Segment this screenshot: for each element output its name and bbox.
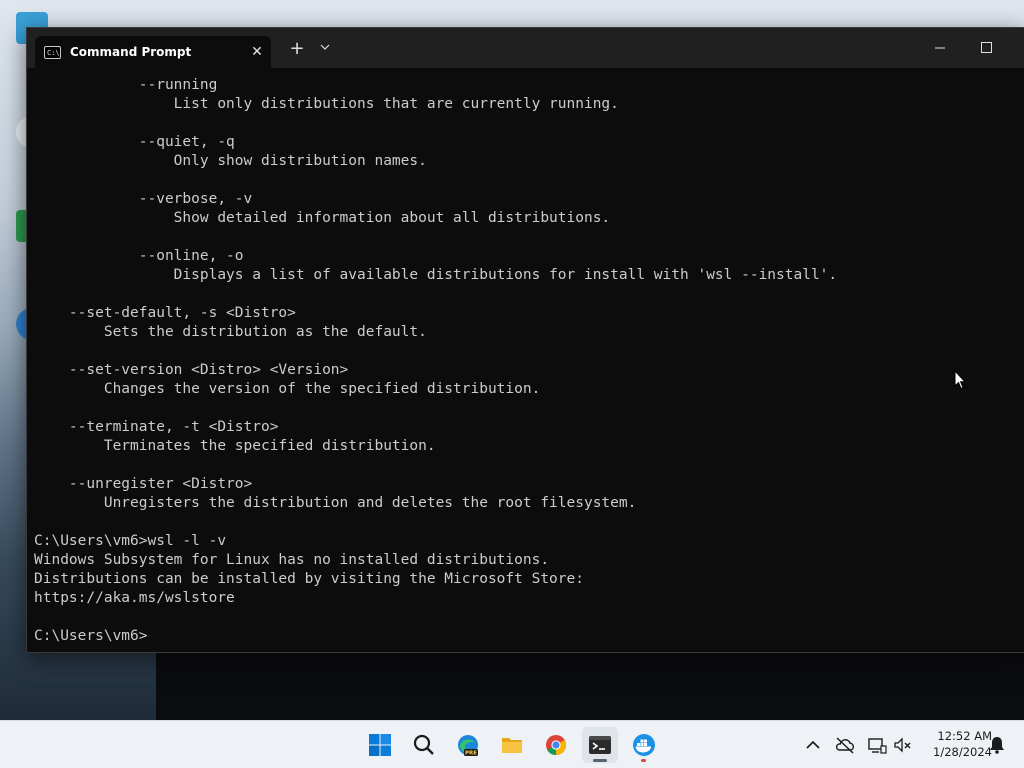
chrome-button[interactable] (538, 727, 574, 763)
console-line: --set-version <Distro> <Version> (34, 362, 349, 378)
console-line: Terminates the specified distribution. (34, 438, 436, 454)
chevron-up-icon[interactable] (802, 734, 824, 756)
clock-time: 12:52 AM (937, 729, 992, 743)
edge-icon: PRE (458, 735, 478, 757)
svg-text:PRE: PRE (465, 751, 477, 757)
folder-icon (502, 738, 522, 753)
console-output[interactable]: --running List only distributions that a… (34, 76, 837, 646)
console-line: Show detailed information about all dist… (34, 210, 611, 226)
network-icon[interactable] (866, 734, 888, 756)
mouse-cursor-icon (954, 370, 966, 390)
console-line: --verbose, -v (34, 191, 253, 207)
cmd-icon: C:\ (44, 45, 61, 59)
tab-title: Command Prompt (70, 45, 192, 59)
console-line: List only distributions that are current… (34, 96, 619, 112)
minimize-button[interactable] (925, 38, 955, 57)
console-line: Unregisters the distribution and deletes… (34, 495, 637, 511)
tab-command-prompt[interactable]: C:\ Command Prompt ✕ (35, 36, 271, 68)
console-line: Changes the version of the specified dis… (34, 381, 541, 397)
console-line: Only show distribution names. (34, 153, 427, 169)
console-line: Displays a list of available distributio… (34, 267, 838, 283)
tab-dropdown-button[interactable] (315, 40, 335, 53)
console-line: Sets the distribution as the default. (34, 324, 427, 340)
maximize-button[interactable] (971, 38, 1001, 57)
console-line: --terminate, -t <Distro> (34, 419, 279, 435)
console-line: C:\Users\vm6> (34, 628, 148, 644)
console-line: C:\Users\vm6>wsl -l -v (34, 533, 227, 549)
docker-button[interactable] (626, 727, 662, 763)
notification-bell-icon[interactable] (986, 734, 1008, 756)
minimize-icon (935, 47, 945, 49)
windows-logo-icon (369, 734, 391, 756)
running-indicator (593, 759, 607, 762)
maximize-icon (980, 42, 992, 53)
search-icon (413, 734, 434, 755)
edge-preview-button[interactable]: PRE (450, 727, 486, 763)
search-button[interactable] (406, 727, 442, 763)
console-line: --set-default, -s <Distro> (34, 305, 296, 321)
volume-muted-icon[interactable] (892, 734, 914, 756)
new-tab-button[interactable]: + (285, 38, 309, 59)
clock-date: 1/28/2024 (933, 745, 992, 759)
taskbar: PRE 12:52 AM 1/28/2024 (0, 720, 1024, 768)
terminal-icon (589, 736, 611, 754)
cloud-offline-icon[interactable] (834, 734, 856, 756)
console-line: --running (34, 77, 218, 93)
terminal-button[interactable] (582, 727, 618, 763)
docker-icon (633, 734, 655, 756)
console-line: Distributions can be installed by visiti… (34, 571, 584, 587)
start-button[interactable] (362, 727, 398, 763)
close-tab-button[interactable]: ✕ (243, 44, 271, 60)
running-indicator (641, 759, 646, 762)
chrome-icon (546, 735, 567, 756)
chevron-down-icon (320, 44, 330, 50)
console-line: Windows Subsystem for Linux has no insta… (34, 552, 550, 568)
console-line: --online, -o (34, 248, 244, 264)
file-explorer-button[interactable] (494, 727, 530, 763)
taskbar-clock[interactable]: 12:52 AM 1/28/2024 (912, 728, 992, 760)
console-line: https://aka.ms/wslstore (34, 590, 235, 606)
background-window-edge (156, 650, 1024, 720)
console-line: --unregister <Distro> (34, 476, 253, 492)
console-line: --quiet, -q (34, 134, 235, 150)
command-prompt-window[interactable]: C:\ Command Prompt ✕ + --running List on… (26, 27, 1024, 653)
title-bar[interactable]: C:\ Command Prompt ✕ + (27, 28, 1024, 68)
